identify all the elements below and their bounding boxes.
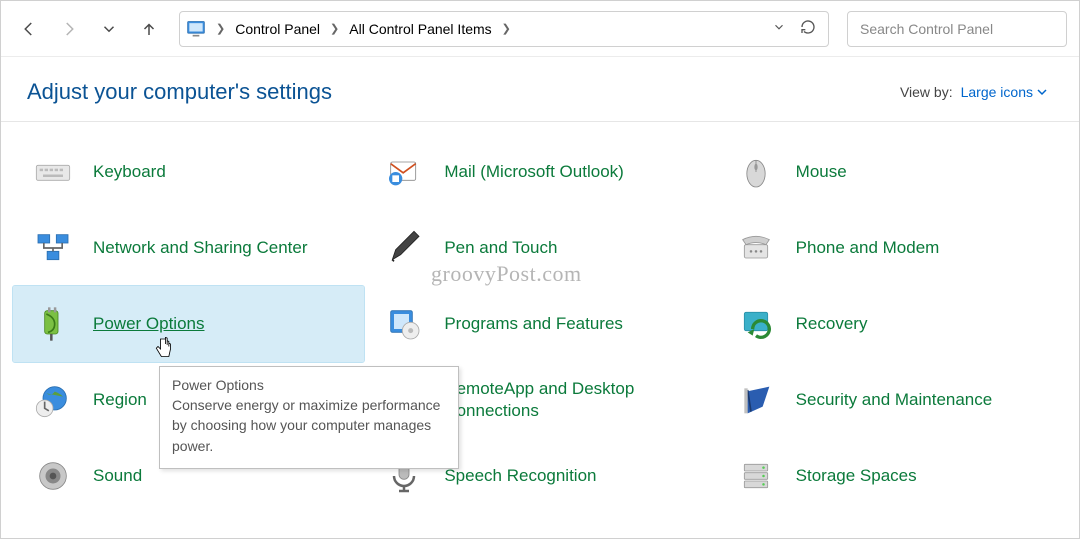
address-dropdown-button[interactable]: [772, 20, 786, 37]
search-input[interactable]: [860, 21, 1054, 37]
search-box[interactable]: [847, 11, 1067, 47]
sound-icon: [31, 454, 75, 498]
divider: [1, 121, 1079, 122]
storage-icon: [734, 454, 778, 498]
item-label: Pen and Touch: [444, 237, 557, 259]
security-icon: [734, 378, 778, 422]
item-label: Storage Spaces: [796, 465, 917, 487]
item-label: Network and Sharing Center: [93, 237, 308, 259]
refresh-button[interactable]: [800, 19, 816, 38]
tooltip: Power Options Conserve energy or maximiz…: [159, 366, 459, 469]
up-button[interactable]: [133, 13, 165, 45]
control-panel-icon: [186, 19, 206, 39]
item-label: Sound: [93, 465, 142, 487]
item-label: Speech Recognition: [444, 465, 596, 487]
view-by-dropdown[interactable]: Large icons: [961, 84, 1047, 100]
item-label: RemoteApp and Desktop Connections: [444, 378, 697, 422]
keyboard-icon: [31, 150, 75, 194]
view-by-control: View by: Large icons: [900, 84, 1053, 100]
item-label: Mouse: [796, 161, 847, 183]
item-label: Region: [93, 389, 147, 411]
item-label: Programs and Features: [444, 313, 623, 335]
programs-icon: [382, 302, 426, 346]
item-label: Mail (Microsoft Outlook): [444, 161, 623, 183]
chevron-right-icon: ❯: [324, 22, 345, 35]
item-programs-features[interactable]: Programs and Features: [364, 286, 715, 362]
mouse-icon: [734, 150, 778, 194]
tooltip-body: Conserve energy or maximize performance …: [172, 395, 446, 456]
mail-icon: [382, 150, 426, 194]
breadcrumb-control-panel[interactable]: Control Panel: [231, 17, 324, 41]
history-dropdown-button[interactable]: [93, 13, 125, 45]
chevron-right-icon: ❯: [496, 22, 517, 35]
item-label: Keyboard: [93, 161, 166, 183]
item-recovery[interactable]: Recovery: [716, 286, 1067, 362]
recovery-icon: [734, 302, 778, 346]
item-label: Phone and Modem: [796, 237, 940, 259]
item-mail[interactable]: Mail (Microsoft Outlook): [364, 134, 715, 210]
item-label: Recovery: [796, 313, 868, 335]
forward-button[interactable]: [53, 13, 85, 45]
view-by-value: Large icons: [961, 84, 1033, 100]
item-phone-modem[interactable]: Phone and Modem: [716, 210, 1067, 286]
back-button[interactable]: [13, 13, 45, 45]
toolbar: ❯ Control Panel ❯ All Control Panel Item…: [1, 1, 1079, 57]
item-power-options[interactable]: Power Options: [13, 286, 364, 362]
header-row: Adjust your computer's settings View by:…: [1, 57, 1079, 121]
region-icon: [31, 378, 75, 422]
item-pen-touch[interactable]: Pen and Touch: [364, 210, 715, 286]
chevron-right-icon: ❯: [210, 22, 231, 35]
pen-icon: [382, 226, 426, 270]
address-bar[interactable]: ❯ Control Panel ❯ All Control Panel Item…: [179, 11, 829, 47]
item-network[interactable]: Network and Sharing Center: [13, 210, 364, 286]
item-mouse[interactable]: Mouse: [716, 134, 1067, 210]
item-security-maintenance[interactable]: Security and Maintenance: [716, 362, 1067, 438]
item-label: Security and Maintenance: [796, 389, 993, 411]
item-label: Power Options: [93, 313, 205, 335]
item-storage[interactable]: Storage Spaces: [716, 438, 1067, 514]
phone-icon: [734, 226, 778, 270]
tooltip-title: Power Options: [172, 377, 446, 393]
caret-down-icon: [1037, 87, 1047, 97]
network-icon: [31, 226, 75, 270]
breadcrumb-all-items[interactable]: All Control Panel Items: [345, 17, 495, 41]
page-title: Adjust your computer's settings: [27, 79, 332, 105]
item-keyboard[interactable]: Keyboard: [13, 134, 364, 210]
power-icon: [31, 302, 75, 346]
view-by-label: View by:: [900, 84, 953, 100]
